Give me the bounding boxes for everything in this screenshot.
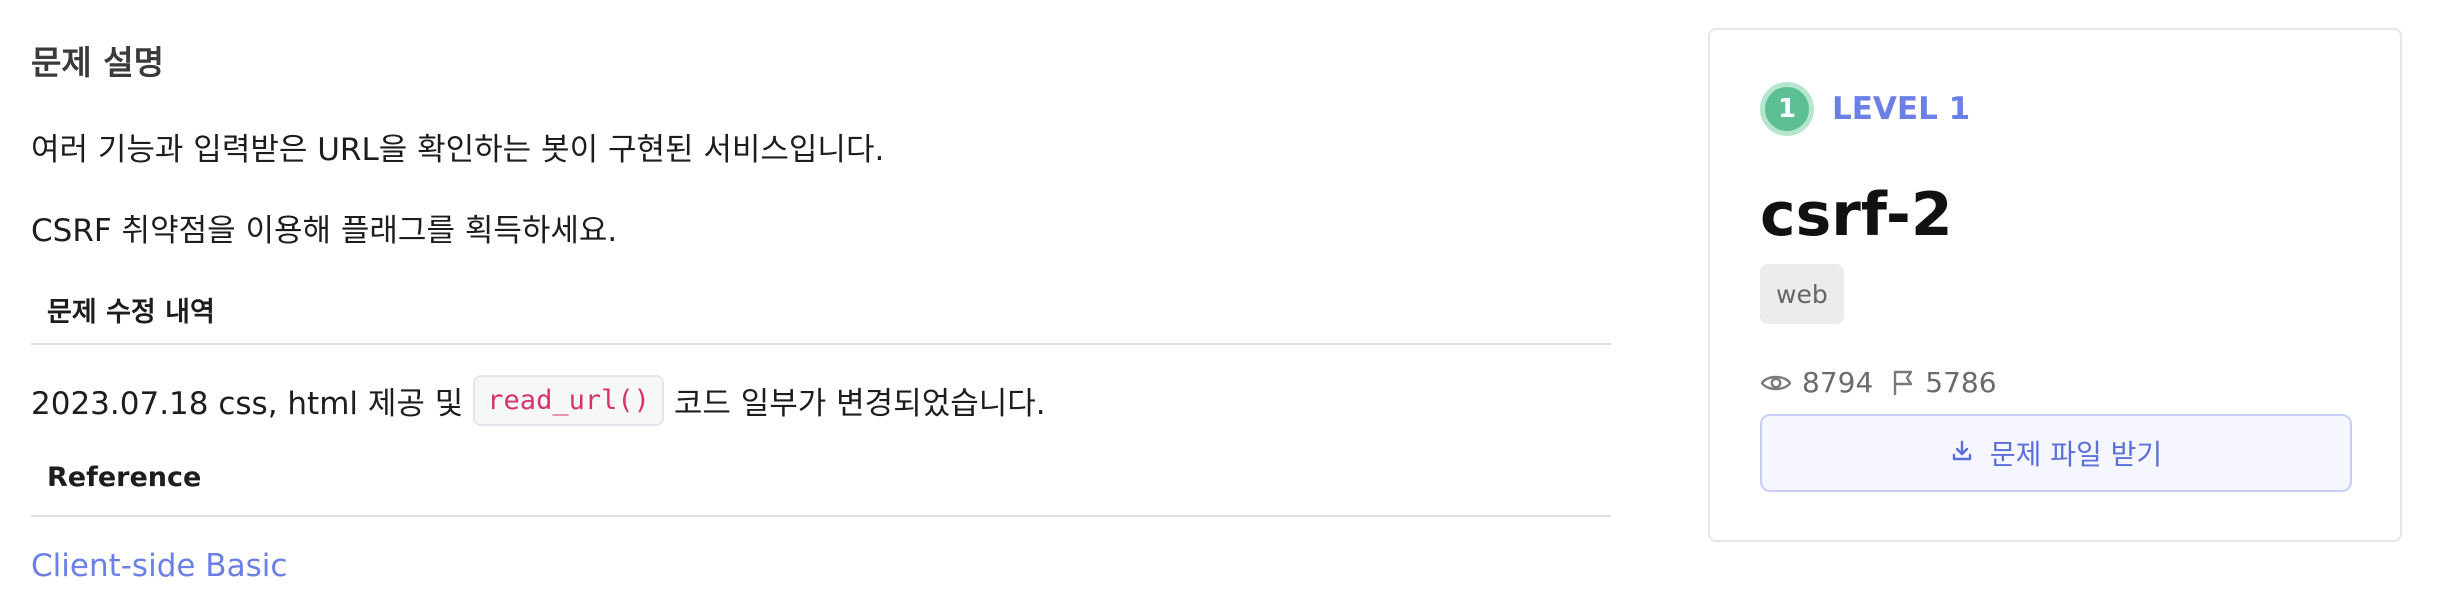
challenge-card: 1 LEVEL 1 csrf-2 web 8794 5786 문제 파일 받기 [1708, 28, 2402, 542]
reference-link[interactable]: Client-side Basic [31, 548, 287, 584]
revision-suffix: 코드 일부가 변경되었습니다. [673, 386, 1046, 422]
reference-heading: Reference [31, 462, 1611, 517]
download-icon [1950, 437, 1974, 470]
revision-heading: 문제 수정 내역 [31, 290, 1611, 345]
flag-icon [1891, 369, 1915, 397]
download-label: 문제 파일 받기 [1989, 438, 2163, 471]
description-line-1: 여러 기능과 입력받은 URL을 확인하는 봇이 구현된 서비스입니다. [31, 132, 885, 168]
solve-count: 5786 [1925, 366, 1997, 399]
description-line-2: CSRF 취약점을 이용해 플래그를 획득하세요. [31, 213, 618, 249]
level-indicator: 1 LEVEL 1 [1760, 82, 1970, 136]
challenge-stats: 8794 5786 [1760, 366, 2015, 399]
revision-prefix: 2023.07.18 css, html 제공 및 [31, 386, 464, 422]
category-tag[interactable]: web [1760, 264, 1844, 324]
level-badge: 1 [1760, 82, 1814, 136]
revision-note: 2023.07.18 css, html 제공 및 read_url() 코드 … [31, 375, 1046, 426]
inline-code: read_url() [473, 375, 664, 426]
challenge-title: csrf-2 [1760, 180, 1953, 250]
level-label: LEVEL 1 [1832, 91, 1971, 127]
section-title: 문제 설명 [31, 43, 164, 82]
view-count: 8794 [1802, 366, 1874, 399]
eye-icon [1760, 372, 1792, 394]
download-button[interactable]: 문제 파일 받기 [1760, 414, 2352, 492]
